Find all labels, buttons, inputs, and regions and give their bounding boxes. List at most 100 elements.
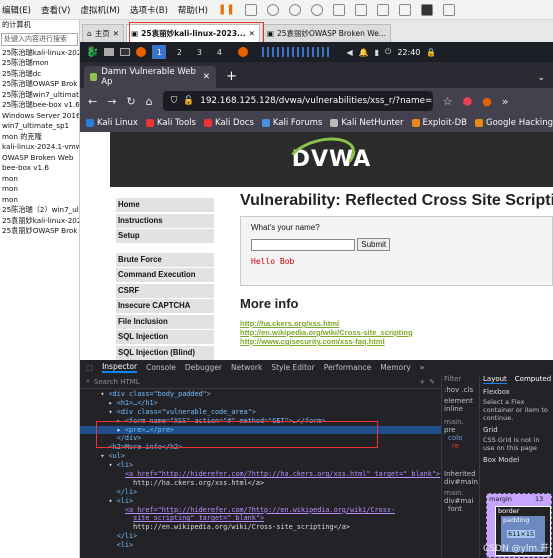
markup-node[interactable]: <a href="http://hiderefer.com/?http://ha… <box>80 470 441 479</box>
workspace-4[interactable]: 4 <box>212 45 226 59</box>
markup-node[interactable]: ▸ <h1>…</h1> <box>80 399 441 408</box>
markup-node[interactable]: ▾ <li> <box>80 497 441 506</box>
kali-menu-icon[interactable]: 🐉 <box>86 47 98 58</box>
dvwa-menu-item[interactable]: Brute Force <box>116 252 214 267</box>
hov-cls-toggles[interactable]: :hov .cls <box>444 386 479 394</box>
back-icon[interactable]: ← <box>88 95 97 108</box>
vm-library-item[interactable]: OWASP Broken Web <box>0 153 79 164</box>
vm-library-item[interactable]: bee-box v1.6 <box>0 163 79 174</box>
pocket-icon[interactable]: ⬢ <box>463 95 473 108</box>
bookmark-exploit-db[interactable]: Exploit-DB <box>411 118 467 128</box>
bookmark-kali-docs[interactable]: Kali Docs <box>203 118 254 128</box>
tab-computed[interactable]: Computed <box>515 375 551 384</box>
vm-library-item[interactable]: kali-linux-2024.1-vmw <box>0 142 79 153</box>
markup-node[interactable]: site_scripting" target="_blank"> <box>80 514 441 523</box>
url-bar[interactable]: ⛉ 🔓 192.168.125.128/dvwa/vulnerabilities… <box>162 91 433 111</box>
tab-layout[interactable]: Layout <box>483 375 507 384</box>
pick-element-icon[interactable]: ⬚ <box>86 363 93 372</box>
menu-help[interactable]: 帮助(H) <box>178 4 208 16</box>
more-tools-icon[interactable]: » <box>502 95 509 108</box>
lock-icon[interactable]: 🔒 <box>426 48 436 57</box>
html-search[interactable]: ⌕ Search HTML + ✎ <box>80 375 441 389</box>
volume-icon[interactable]: ◀ <box>346 48 352 57</box>
tab-network[interactable]: Network <box>231 363 262 372</box>
home-icon[interactable]: ⌂ <box>146 95 153 108</box>
markup-node[interactable]: ▾ <div class="body_padded"> <box>80 390 441 399</box>
close-icon[interactable]: ✕ <box>203 72 210 82</box>
vm-library-item[interactable]: 25陈治瑞（2）win7_ult <box>0 205 79 216</box>
dvwa-menu-item[interactable]: Home <box>116 198 214 212</box>
flexbox-section[interactable]: Flexbox <box>483 388 553 396</box>
bookmark-star-icon[interactable]: ☆ <box>443 95 453 108</box>
bookmark-kali-tools[interactable]: Kali Tools <box>145 118 196 128</box>
workspace-1[interactable]: 1 <box>152 45 167 59</box>
vm-library-item[interactable]: 25袁丽妙kali-linux-202 <box>0 216 79 227</box>
bookmark-kali-forums[interactable]: Kali Forums <box>261 118 322 128</box>
more-tabs-icon[interactable]: » <box>420 363 425 372</box>
tab-debugger[interactable]: Debugger <box>185 363 222 372</box>
dvwa-menu-item[interactable]: Command Execution <box>116 268 214 282</box>
link-wikipedia[interactable]: http://en.wikipedia.org/wiki/Cross-site_… <box>240 328 553 337</box>
vm-library-item[interactable]: mon <box>0 174 79 185</box>
markup-node[interactable]: ▾ <li> <box>80 461 441 470</box>
close-icon[interactable]: ✕ <box>113 29 119 38</box>
markup-node[interactable]: ▾ <div class="vulnerable_code_area"> <box>80 408 441 417</box>
dvwa-menu-item[interactable]: Insecure CAPTCHA <box>116 299 214 313</box>
workspace-3[interactable]: 3 <box>192 45 206 59</box>
reload-icon[interactable]: ↻ <box>126 95 135 108</box>
dvwa-menu-item[interactable]: SQL Injection (Blind) <box>116 345 214 360</box>
add-node-icon[interactable]: + <box>419 378 425 386</box>
unity-icon[interactable] <box>398 3 411 16</box>
markup-node[interactable]: </li> <box>80 488 441 497</box>
battery-icon[interactable]: ▮ <box>375 48 379 57</box>
vm-library-item[interactable]: mon <box>0 195 79 206</box>
revert-icon[interactable] <box>288 3 301 16</box>
vm-library-item[interactable]: 25陈治瑞OWASP Brok <box>0 79 79 90</box>
markup-node[interactable]: ▾ <ul> <box>80 452 441 461</box>
firefox-taskbar-icon[interactable] <box>238 47 249 57</box>
manage-snapshots-icon[interactable] <box>310 3 323 16</box>
menu-tabs[interactable]: 选项卡(B) <box>130 4 168 16</box>
markup-node[interactable]: <a href="http://hiderefer.com/?http://en… <box>80 506 441 515</box>
main-rule-source[interactable]: main. <box>444 418 479 426</box>
workspace-2[interactable]: 2 <box>172 45 186 59</box>
markup-node[interactable]: <li> <box>80 541 441 550</box>
tab-owasp[interactable]: ▣ 25袁丽妙OWASP Broken We... <box>261 24 391 42</box>
send-keys-icon[interactable] <box>244 3 257 16</box>
markup-node[interactable]: </li> <box>80 532 441 541</box>
dvwa-menu-item[interactable]: File Inclusion <box>116 314 214 329</box>
menu-view[interactable]: 查看(V) <box>41 4 70 16</box>
sidebar-toggle-icon[interactable] <box>332 3 345 16</box>
markup-node[interactable]: http://ha.ckers.org/xss.html</a> <box>80 479 441 488</box>
submit-button[interactable]: Submit <box>357 238 391 251</box>
tab-inspector[interactable]: Inspector <box>102 362 138 373</box>
tab-console[interactable]: Console <box>146 363 176 372</box>
menu-vm[interactable]: 虚拟机(M) <box>80 4 119 16</box>
vm-library-item[interactable]: win7_ultimate_sp1 <box>0 121 79 132</box>
main-rule-source-2[interactable]: main. <box>444 489 479 497</box>
vm-library-item[interactable]: mon <box>0 184 79 195</box>
tab-dvwa[interactable]: Damn Vulnerable Web Ap ✕ <box>84 66 216 88</box>
box-model-section[interactable]: Box Model <box>483 456 553 464</box>
grid-section[interactable]: Grid <box>483 426 553 434</box>
link-ha-ckers[interactable]: http://ha.ckers.org/xss.html <box>240 319 553 328</box>
dvwa-menu-item[interactable]: Setup <box>116 229 214 243</box>
terminal-icon[interactable] <box>120 48 131 56</box>
dvwa-menu-item[interactable]: Instructions <box>116 213 214 228</box>
forward-icon[interactable]: → <box>107 95 116 108</box>
library-search-input[interactable]: 处键入内容进行搜索 <box>1 32 78 46</box>
tab-memory[interactable]: Memory <box>380 363 411 372</box>
vm-library-item[interactable]: 25陈治瑞dc <box>0 69 79 80</box>
bookmark-google-hacking-db[interactable]: Google Hacking DB <box>475 118 553 128</box>
bookmark-kali-nethunter[interactable]: Kali NetHunter <box>330 118 404 128</box>
dvwa-menu-item[interactable]: SQL Injection <box>116 330 214 344</box>
tab-style-editor[interactable]: Style Editor <box>271 363 314 372</box>
eyedropper-icon[interactable]: ✎ <box>429 378 441 386</box>
new-tab-icon[interactable]: + <box>226 69 237 84</box>
tab-home[interactable]: ⌂ 主页 ✕ <box>82 24 125 42</box>
link-cgisecurity[interactable]: http://www.cgisecurity.com/xss-faq.html <box>240 337 553 346</box>
vm-library-item[interactable]: 25陈治瑞bee-box v1.6 <box>0 100 79 111</box>
vm-library-item[interactable]: mon 的克隆 <box>0 132 79 143</box>
thumbnail-icon[interactable] <box>354 3 367 16</box>
files-icon[interactable] <box>104 48 115 56</box>
